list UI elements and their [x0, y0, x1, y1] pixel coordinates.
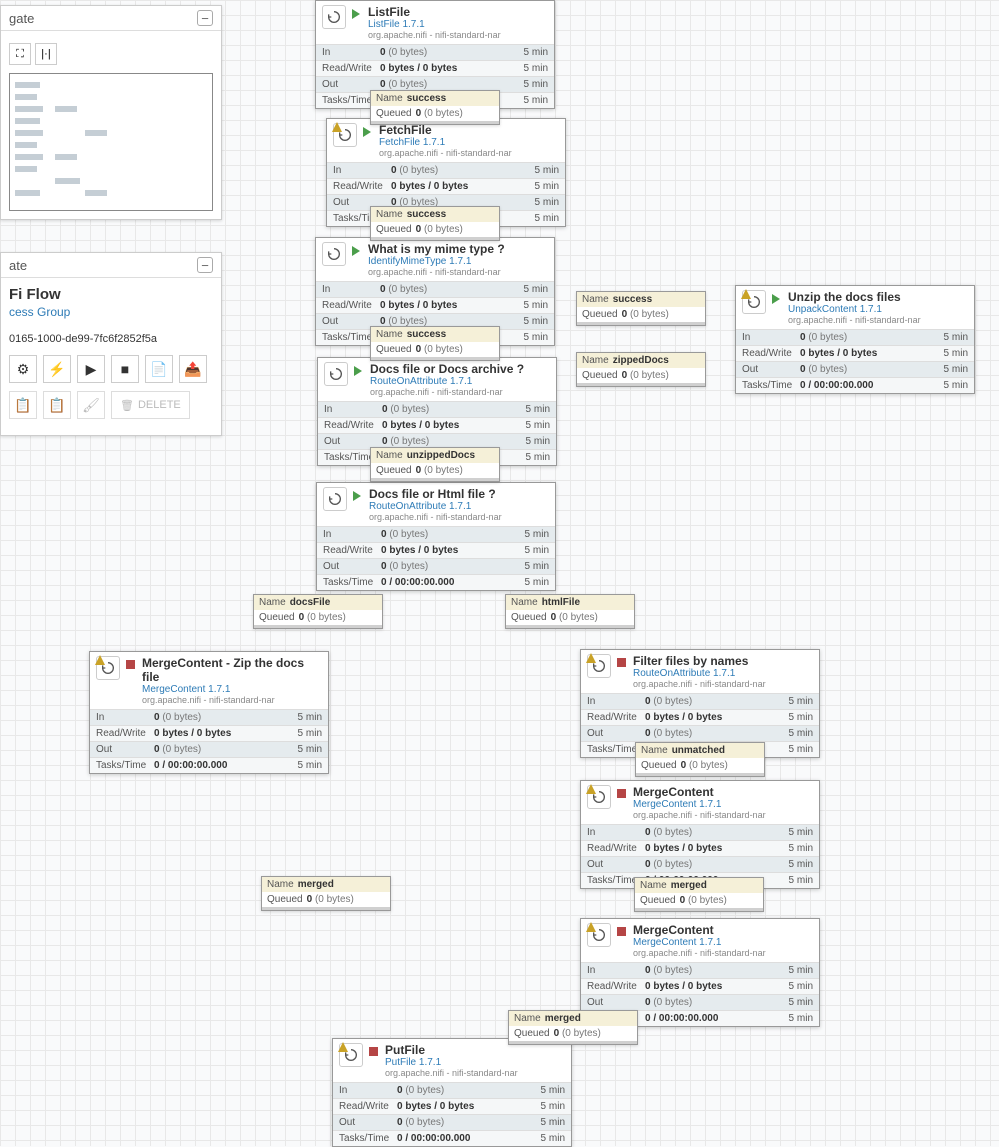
stop-icon: [126, 660, 135, 669]
connection-unzippeddocs[interactable]: NameunzippedDocs Queued0 (0 bytes): [370, 447, 500, 482]
processor-icon: [339, 1043, 363, 1067]
flow-name: Fi Flow: [9, 286, 213, 303]
minimap[interactable]: [9, 73, 213, 211]
processor-icon: [324, 362, 348, 386]
upload-icon[interactable]: 📤: [179, 355, 207, 383]
processor-icon: [587, 785, 611, 809]
processor-bundle: org.apache.nifi - nifi-standard-nar: [633, 810, 813, 820]
processor-icon: [323, 487, 347, 511]
processor-bundle: org.apache.nifi - nifi-standard-nar: [369, 512, 549, 522]
connection-success[interactable]: Namesuccess Queued0 (0 bytes): [370, 326, 500, 361]
processor-type: UnpackContent 1.7.1: [788, 304, 968, 315]
processor-type: PutFile 1.7.1: [385, 1057, 565, 1068]
stop-icon: [617, 789, 626, 798]
processor-putfile[interactable]: PutFile PutFile 1.7.1 org.apache.nifi - …: [332, 1038, 572, 1147]
navigate-panel: gate − ⛶ |·|: [0, 5, 222, 220]
processor-name: Docs file or Docs archive ?: [370, 362, 550, 376]
processor-name: MergeContent - Zip the docs file: [142, 656, 322, 684]
stop-icon: [617, 927, 626, 936]
connection-success[interactable]: Namesuccess Queued0 (0 bytes): [370, 90, 500, 125]
stop-icon[interactable]: ■: [111, 355, 139, 383]
delete-button: 🗑 DELETE: [111, 391, 190, 419]
processor-name: Unzip the docs files: [788, 290, 968, 304]
processor-type: IdentifyMimeType 1.7.1: [368, 256, 548, 267]
configure-icon[interactable]: ⚙: [9, 355, 37, 383]
processor-icon: [322, 242, 346, 266]
processor-name: MergeContent: [633, 785, 813, 799]
processor-type: ListFile 1.7.1: [368, 19, 548, 30]
copy-icon: 📋: [9, 391, 37, 419]
processor-bundle: org.apache.nifi - nifi-standard-nar: [633, 948, 813, 958]
connection-zippeddocs[interactable]: NamezippedDocs Queued0 (0 bytes): [576, 352, 706, 387]
processor-type: MergeContent 1.7.1: [633, 799, 813, 810]
processor-type: RouteOnAttribute 1.7.1: [633, 668, 813, 679]
operate-panel: ate − Fi Flow cess Group 0165-1000-de99-…: [0, 252, 222, 436]
processor-bundle: org.apache.nifi - nifi-standard-nar: [379, 148, 559, 158]
processor-unzip[interactable]: Unzip the docs files UnpackContent 1.7.1…: [735, 285, 975, 394]
connection-docsfile[interactable]: NamedocsFile Queued0 (0 bytes): [253, 594, 383, 629]
stop-icon: [617, 658, 626, 667]
processor-bundle: org.apache.nifi - nifi-standard-nar: [788, 315, 968, 325]
processor-type: MergeContent 1.7.1: [142, 684, 322, 695]
processor-icon: [587, 923, 611, 947]
processor-bundle: org.apache.nifi - nifi-standard-nar: [385, 1068, 565, 1078]
processor-icon: [587, 654, 611, 678]
collapse-button[interactable]: −: [197, 257, 213, 273]
processor-name: FetchFile: [379, 123, 559, 137]
processor-merge1[interactable]: MergeContent MergeContent 1.7.1 org.apac…: [580, 780, 820, 889]
play-icon: [772, 294, 780, 304]
processor-docshtml[interactable]: Docs file or Html file ? RouteOnAttribut…: [316, 482, 556, 591]
processor-type: RouteOnAttribute 1.7.1: [370, 376, 550, 387]
processor-icon: [322, 5, 346, 29]
play-icon: [353, 491, 361, 501]
zoom-actual-icon[interactable]: |·|: [35, 43, 57, 65]
processor-bundle: org.apache.nifi - nifi-standard-nar: [368, 30, 548, 40]
processor-icon: [96, 656, 120, 680]
connection-merged[interactable]: Namemerged Queued0 (0 bytes): [634, 877, 764, 912]
processor-bundle: org.apache.nifi - nifi-standard-nar: [370, 387, 550, 397]
processor-icon: [742, 290, 766, 314]
processor-icon: [333, 123, 357, 147]
flow-type: cess Group: [9, 305, 213, 319]
connection-success[interactable]: Namesuccess Queued0 (0 bytes): [370, 206, 500, 241]
play-icon: [352, 246, 360, 256]
processor-name: Filter files by names: [633, 654, 813, 668]
operate-title: ate: [9, 258, 27, 273]
processor-bundle: org.apache.nifi - nifi-standard-nar: [633, 679, 813, 689]
connection-unmatched[interactable]: Nameunmatched Queued0 (0 bytes): [635, 742, 765, 777]
play-icon: [354, 366, 362, 376]
connection-merged[interactable]: Namemerged Queued0 (0 bytes): [508, 1010, 638, 1045]
processor-type: RouteOnAttribute 1.7.1: [369, 501, 549, 512]
processor-name: ListFile: [368, 5, 548, 19]
disable-icon[interactable]: ⚡: [43, 355, 71, 383]
flow-id: 0165-1000-de99-7fc6f2852f5a: [9, 333, 213, 345]
processor-name: What is my mime type ?: [368, 242, 548, 256]
processor-name: PutFile: [385, 1043, 565, 1057]
connection-success[interactable]: Namesuccess Queued0 (0 bytes): [576, 291, 706, 326]
connection-htmlfile[interactable]: NamehtmlFile Queued0 (0 bytes): [505, 594, 635, 629]
play-icon: [352, 9, 360, 19]
processor-mergezip[interactable]: MergeContent - Zip the docs file MergeCo…: [89, 651, 329, 774]
processor-name: Docs file or Html file ?: [369, 487, 549, 501]
play-icon: [363, 127, 371, 137]
processor-bundle: org.apache.nifi - nifi-standard-nar: [368, 267, 548, 277]
connection-merged[interactable]: Namemerged Queued0 (0 bytes): [261, 876, 391, 911]
template-icon[interactable]: 📄: [145, 355, 173, 383]
stop-icon: [369, 1047, 378, 1056]
collapse-button[interactable]: −: [197, 10, 213, 26]
color-icon: 🖌: [77, 391, 105, 419]
processor-name: MergeContent: [633, 923, 813, 937]
processor-type: FetchFile 1.7.1: [379, 137, 559, 148]
navigate-title: gate: [9, 11, 34, 26]
processor-bundle: org.apache.nifi - nifi-standard-nar: [142, 695, 322, 705]
play-icon[interactable]: ▶: [77, 355, 105, 383]
paste-icon: 📋: [43, 391, 71, 419]
zoom-fit-icon[interactable]: ⛶: [9, 43, 31, 65]
processor-type: MergeContent 1.7.1: [633, 937, 813, 948]
